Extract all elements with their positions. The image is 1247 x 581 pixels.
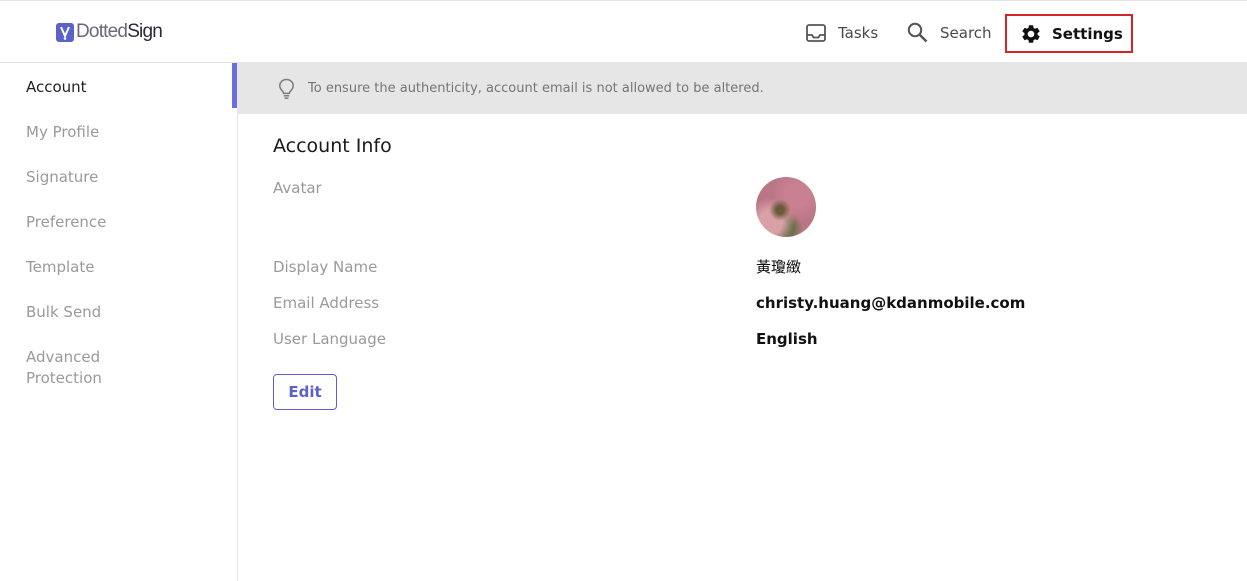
language-label: User Language: [273, 330, 386, 348]
sidebar-item-signature[interactable]: Signature: [26, 167, 98, 188]
sidebar-item-advanced-protection[interactable]: Advanced Protection: [26, 347, 102, 389]
avatar-label: Avatar: [273, 179, 322, 197]
email-label: Email Address: [273, 294, 380, 312]
sidebar-item-my-profile[interactable]: My Profile: [26, 122, 99, 143]
dottedsign-logo[interactable]: DottedSign: [56, 21, 163, 43]
search-icon: [907, 22, 928, 43]
logo-text: DottedSign: [76, 21, 163, 42]
notice-banner: To ensure the authenticity, account emai…: [238, 63, 1247, 114]
sidebar-item-template[interactable]: Template: [26, 257, 94, 278]
sidebar-item-account[interactable]: Account: [26, 77, 87, 98]
edit-button[interactable]: Edit: [273, 374, 337, 410]
search-nav-button[interactable]: Search: [907, 1, 992, 64]
sidebar-item-label-line2: Protection: [26, 369, 102, 387]
top-bar: DottedSign Tasks Search Settings: [0, 0, 1247, 63]
settings-label: Settings: [1052, 24, 1123, 43]
page-title: Account Info: [273, 135, 392, 157]
notice-text: To ensure the authenticity, account emai…: [308, 81, 764, 96]
gear-icon: [1022, 24, 1040, 43]
dottedsign-logo-icon: [56, 22, 74, 42]
active-indicator: [232, 63, 237, 108]
display-name-label: Display Name: [273, 258, 378, 276]
settings-nav-button[interactable]: Settings: [1005, 14, 1133, 53]
sidebar-item-preference[interactable]: Preference: [26, 212, 106, 233]
tasks-nav-button[interactable]: Tasks: [806, 1, 878, 64]
sidebar-item-label-line1: Advanced: [26, 348, 101, 366]
settings-sidebar: Account My Profile Signature Preference …: [0, 63, 238, 581]
tasks-label: Tasks: [838, 23, 879, 42]
email-value: christy.huang@kdanmobile.com: [756, 294, 1026, 312]
sidebar-item-bulk-send[interactable]: Bulk Send: [26, 302, 101, 323]
search-label: Search: [940, 23, 992, 42]
inbox-icon: [806, 23, 826, 42]
lightbulb-icon: [279, 78, 294, 99]
avatar: [756, 177, 816, 237]
language-value: English: [756, 330, 818, 348]
display-name-value: 黃瓊緻: [756, 258, 802, 276]
